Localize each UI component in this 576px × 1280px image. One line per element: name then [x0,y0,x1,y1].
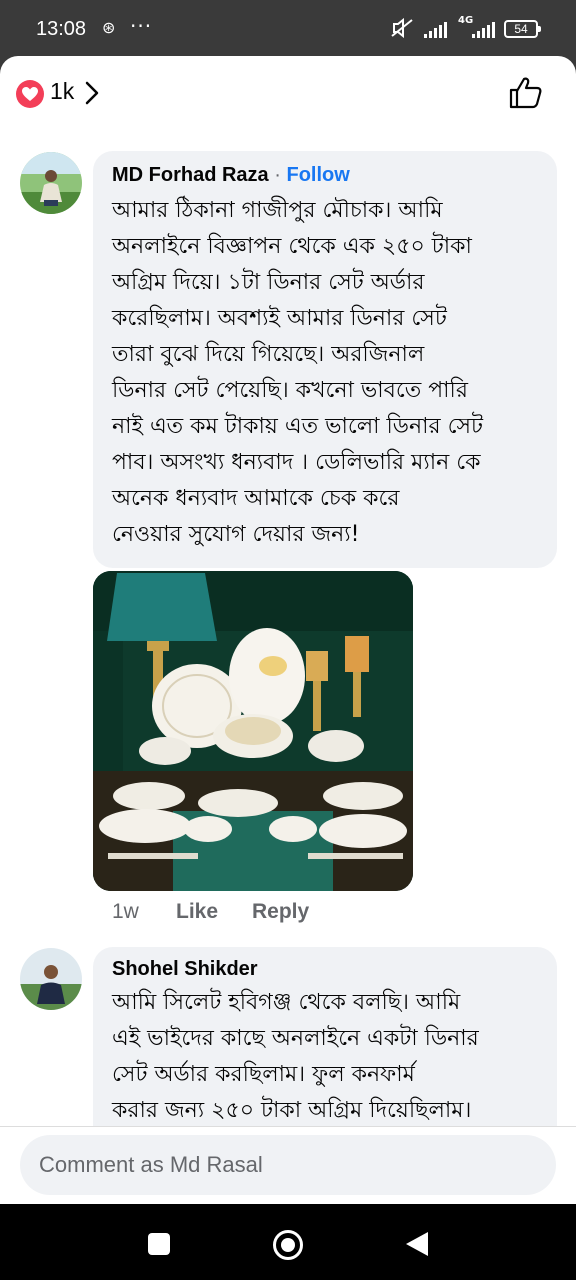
follow-button[interactable]: Follow [286,164,349,186]
author-name[interactable]: MD Forhad Raza [112,164,269,186]
home-icon[interactable] [273,1230,303,1260]
comment-photo[interactable] [93,571,413,891]
mute-icon [390,17,414,43]
comments-sheet: 1k MD Forhad Raza · Follow আমার ঠিকানা গ… [0,56,576,1204]
avatar[interactable] [20,948,82,1010]
comment-text: আমার ঠিকানা গাজীপুর মৌচাক। আমি অনলাইনে ব… [112,198,484,547]
separator: · [274,164,281,186]
status-time: 13:08 [36,18,87,40]
like-button[interactable]: Like [176,900,218,924]
heart-reaction-icon [16,80,44,108]
comment-author[interactable]: MD Forhad Raza · Follow [112,164,350,187]
reaction-count[interactable]: 1k [50,78,74,105]
recents-icon[interactable] [148,1233,170,1255]
avatar[interactable] [20,152,82,214]
comment-author[interactable]: Shohel Shikder [112,958,258,981]
comment-time[interactable]: 1w [112,900,139,924]
comment-text: আমি সিলেট হবিগঞ্জ থেকে বলছি। আমি এই ভাইদ… [112,990,479,1123]
back-icon[interactable] [406,1232,428,1256]
chevron-right-icon[interactable] [84,80,100,110]
more-notifications-icon: ··· [130,14,153,38]
author-name[interactable]: Shohel Shikder [112,958,258,980]
vpn-icon: ⊛ [102,18,116,37]
battery-icon: 54 [504,20,541,38]
network-type: 4G [458,15,474,26]
navigation-bar [0,1204,576,1280]
reply-button[interactable]: Reply [252,900,309,924]
thumbs-up-icon[interactable] [508,76,544,114]
comment-input[interactable] [20,1135,556,1195]
signal-icon-2 [472,22,495,38]
status-bar: 13:08 ⊛ ··· 4G 54 [0,0,576,56]
signal-icon [424,22,447,38]
comment-composer [0,1126,576,1204]
reactions-header[interactable]: 1k [0,56,576,132]
